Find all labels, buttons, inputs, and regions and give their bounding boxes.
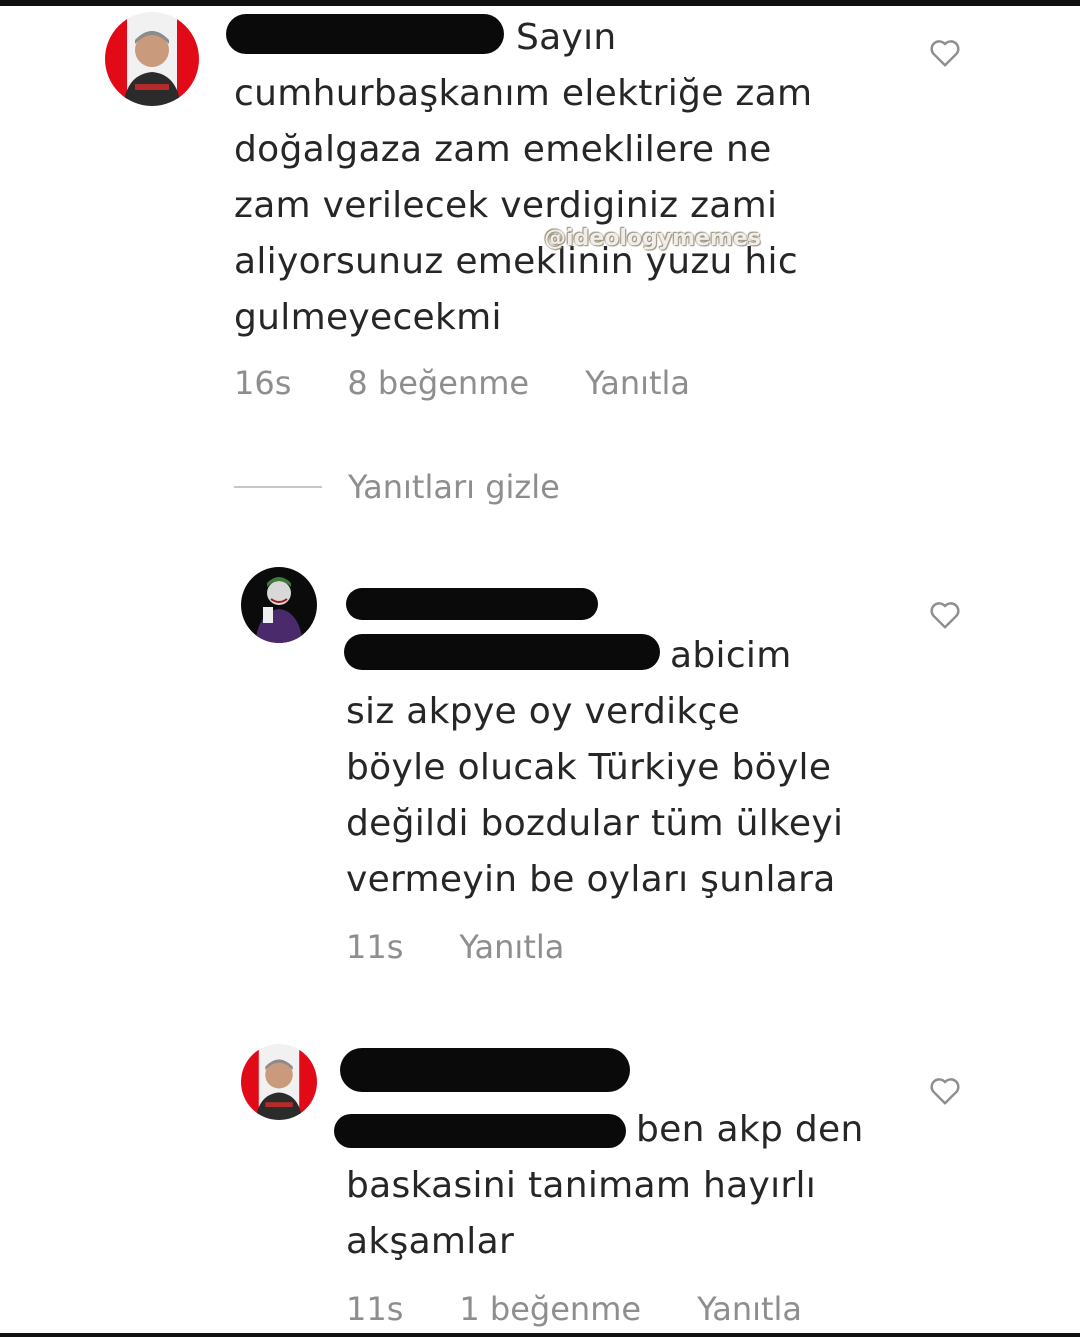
comment-text: abicim siz akpye oy verdikçe böyle oluca… [346, 635, 844, 900]
avatar-man-flag-icon[interactable] [105, 12, 199, 106]
reply-button[interactable]: Yanıtla [459, 928, 564, 966]
heart-outline-icon[interactable] [928, 1076, 962, 1106]
comment-meta: 16s 8 beğenme Yanıtla [234, 364, 690, 402]
like-count[interactable]: 8 beğenme [347, 364, 529, 402]
avatar-joker-icon[interactable] [241, 567, 317, 643]
comment-meta: 11s 1 beğenme Yanıtla [346, 1290, 802, 1328]
hide-replies-label: Yanıtları gizle [348, 468, 560, 506]
heart-outline-icon[interactable] [928, 38, 962, 68]
hide-replies-toggle[interactable]: Yanıtları gizle [234, 468, 560, 506]
comment-time: 11s [346, 928, 404, 966]
like-count[interactable]: 1 beğenme [459, 1290, 641, 1328]
avatar-man-flag-icon[interactable] [241, 1044, 317, 1120]
bottom-border [0, 1333, 1080, 1337]
heart-outline-icon[interactable] [928, 600, 962, 630]
comment-text: ben akp den baskasini tanimam hayırlı ak… [346, 1109, 864, 1262]
redacted-username [346, 588, 598, 620]
redacted-username [340, 1048, 630, 1092]
comment-meta: 11s Yanıtla [346, 928, 564, 966]
comment-text: Sayın cumhurbaşkanım elektriğe zam doğal… [234, 17, 813, 338]
comment-time: 11s [346, 1290, 404, 1328]
watermark: @ideologymemes [544, 226, 761, 251]
reply-button[interactable]: Yanıtla [585, 364, 690, 402]
comment-time: 16s [234, 364, 292, 402]
top-border [0, 0, 1080, 6]
reply-button[interactable]: Yanıtla [697, 1290, 802, 1328]
divider-line [234, 486, 322, 488]
